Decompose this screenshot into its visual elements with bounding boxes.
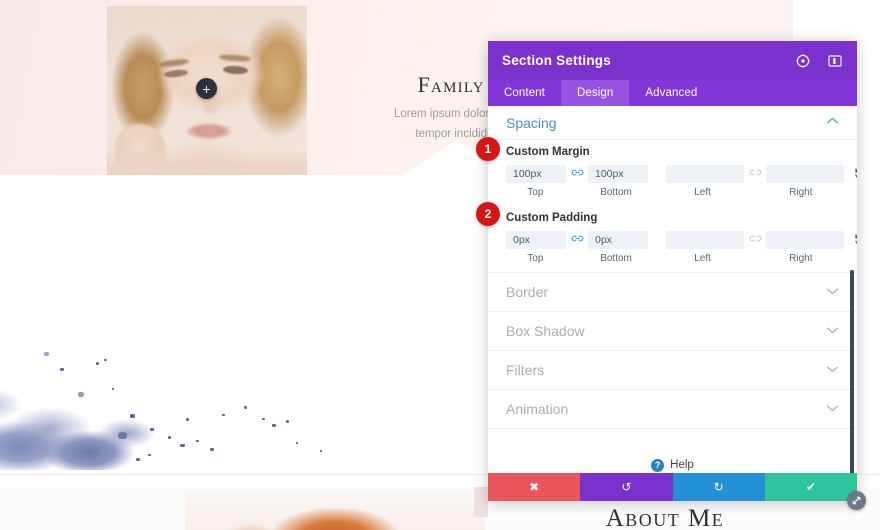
chevron-up-icon[interactable] bbox=[826, 117, 839, 128]
caption-margin-left: Left bbox=[694, 187, 711, 198]
custom-margin-actions bbox=[844, 167, 857, 180]
redo-button[interactable]: ↻ bbox=[672, 473, 765, 501]
undo-button[interactable]: ↺ bbox=[580, 473, 673, 501]
padding-left-input[interactable] bbox=[666, 230, 744, 249]
caption-padding-left: Left bbox=[694, 253, 711, 264]
custom-padding-captions: Top Bottom Left Right bbox=[506, 253, 839, 272]
tab-design[interactable]: Design bbox=[560, 80, 630, 106]
screenshot-root: + Family & Portrait Lorem ipsum dolor si… bbox=[0, 0, 880, 530]
about-portrait-image bbox=[185, 491, 485, 530]
accordion-border-label: Border bbox=[506, 284, 549, 300]
caption-padding-bottom: Bottom bbox=[600, 253, 632, 264]
link-icon-margin-left-right[interactable] bbox=[744, 168, 766, 180]
chevron-down-icon[interactable] bbox=[826, 286, 839, 298]
custom-margin-group: Custom Margin 100px 100px Top Bottom Lef… bbox=[488, 140, 857, 206]
help-label: Help bbox=[670, 459, 694, 471]
spacing-section-header[interactable]: Spacing bbox=[488, 106, 857, 140]
custom-padding-row bbox=[506, 229, 857, 250]
about-accent-bar bbox=[474, 487, 488, 517]
accordion-box-shadow[interactable]: Box Shadow bbox=[488, 312, 857, 351]
panel-scrollbar[interactable] bbox=[850, 270, 854, 473]
custom-margin-row bbox=[506, 163, 857, 184]
margin-top-input[interactable] bbox=[506, 164, 566, 183]
chevron-down-icon[interactable] bbox=[826, 364, 839, 376]
resize-handle[interactable] bbox=[847, 491, 866, 510]
tab-content[interactable]: Content bbox=[488, 80, 561, 106]
accordion-animation-label: Animation bbox=[506, 401, 569, 417]
padding-bottom-input[interactable] bbox=[588, 230, 648, 249]
custom-padding-label: Custom Padding bbox=[506, 212, 598, 224]
about-title: About Me bbox=[605, 505, 725, 530]
panel-header-actions bbox=[795, 53, 843, 69]
margin-bottom-input[interactable] bbox=[588, 164, 648, 183]
undo-icon[interactable] bbox=[854, 167, 857, 180]
cancel-button[interactable]: ✖ bbox=[488, 473, 581, 501]
caption-margin-right: Right bbox=[789, 187, 813, 198]
help-link[interactable]: ? Help bbox=[488, 443, 857, 473]
accordion-filters-label: Filters bbox=[506, 362, 545, 378]
custom-padding-group: Custom Padding 0px 0px Top Bottom Left R… bbox=[488, 206, 857, 272]
accordion-filters[interactable]: Filters bbox=[488, 351, 857, 390]
link-icon-padding-top-bottom[interactable] bbox=[566, 234, 588, 246]
chevron-down-icon[interactable] bbox=[826, 325, 839, 337]
link-icon-margin-top-bottom[interactable] bbox=[566, 168, 588, 180]
section-settings-panel[interactable]: Section Settings Content Design Advanced… bbox=[488, 41, 866, 510]
step-badge-2: 2 bbox=[476, 202, 500, 226]
target-icon[interactable] bbox=[795, 53, 811, 69]
tab-advanced[interactable]: Advanced bbox=[629, 80, 713, 106]
custom-margin-label: Custom Margin bbox=[506, 146, 590, 158]
link-icon-padding-left-right[interactable] bbox=[744, 234, 766, 246]
undo-icon[interactable] bbox=[854, 233, 857, 246]
custom-padding-actions bbox=[844, 233, 857, 246]
help-icon: ? bbox=[651, 458, 665, 472]
panel-tabs[interactable]: Content Design Advanced bbox=[488, 80, 857, 106]
save-button[interactable]: ✔ bbox=[764, 473, 857, 501]
accordion-box-shadow-label: Box Shadow bbox=[506, 323, 585, 339]
caption-padding-right: Right bbox=[789, 253, 813, 264]
panel-body: Spacing Custom Margin 100px 100px Top Bo… bbox=[488, 106, 857, 473]
margin-left-input[interactable] bbox=[666, 164, 744, 183]
layout-toggle-icon[interactable] bbox=[827, 53, 843, 69]
accordion-border[interactable]: Border bbox=[488, 273, 857, 312]
padding-top-input[interactable] bbox=[506, 230, 566, 249]
chevron-down-icon[interactable] bbox=[826, 403, 839, 415]
margin-right-input[interactable] bbox=[766, 164, 844, 183]
spacing-section-label: Spacing bbox=[506, 114, 557, 131]
panel-title: Section Settings bbox=[502, 53, 611, 68]
caption-margin-bottom: Bottom bbox=[600, 187, 632, 198]
step-badge-1: 1 bbox=[476, 137, 500, 161]
accordion-animation[interactable]: Animation bbox=[488, 390, 857, 429]
panel-footer: ✖ ↺ ↻ ✔ bbox=[488, 473, 857, 501]
powder-decoration-image bbox=[0, 340, 380, 470]
caption-margin-top: Top bbox=[527, 187, 544, 198]
custom-margin-captions: Top Bottom Left Right bbox=[506, 187, 839, 206]
add-module-button[interactable]: + bbox=[196, 78, 217, 99]
panel-header: Section Settings bbox=[488, 41, 857, 80]
caption-padding-top: Top bbox=[527, 253, 544, 264]
padding-right-input[interactable] bbox=[766, 230, 844, 249]
